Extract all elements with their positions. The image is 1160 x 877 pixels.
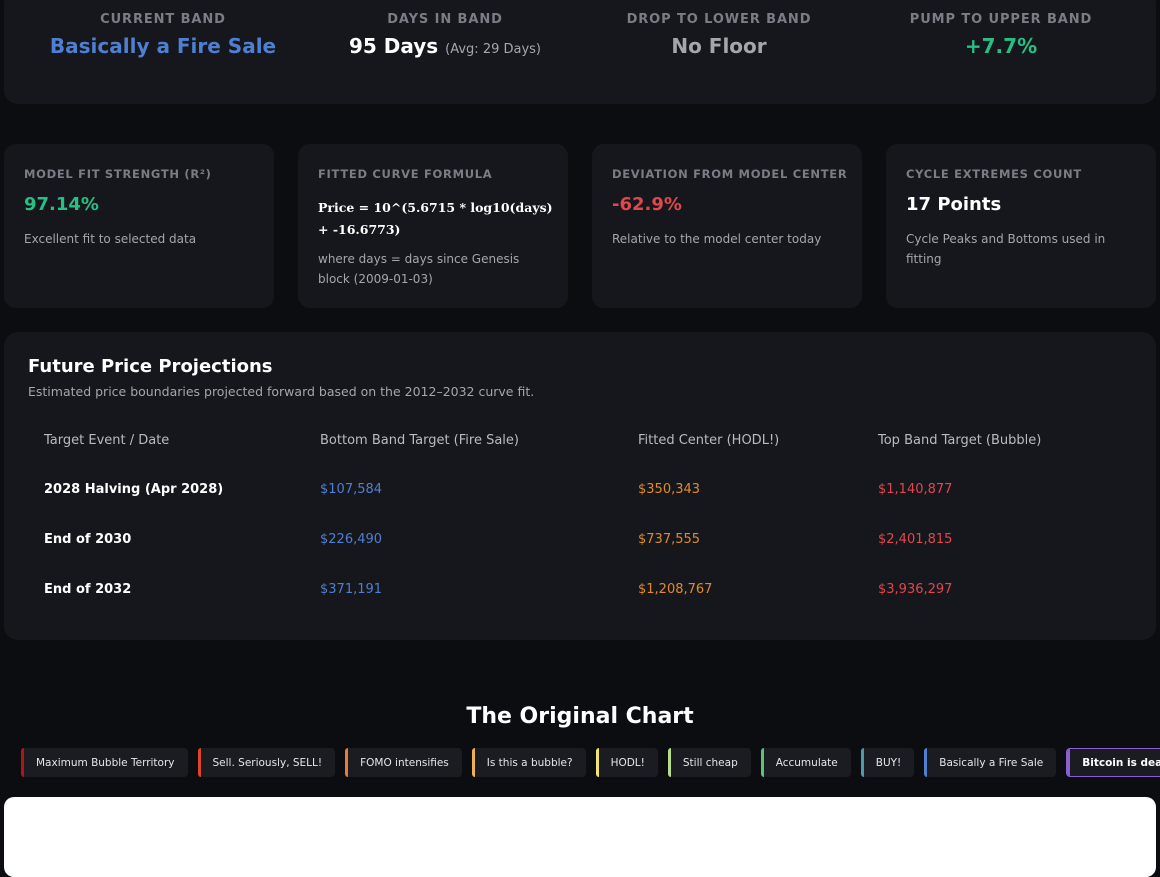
drop-lower-label: DROP TO LOWER BAND (626, 12, 812, 27)
legend-swatch (667, 748, 671, 777)
row-center: $737,555 (638, 532, 701, 547)
legend-item-buy[interactable]: BUY! (860, 748, 915, 777)
legend-swatch (345, 748, 349, 777)
legend-swatch (760, 748, 764, 777)
legend-label: Bitcoin is dead (1082, 756, 1160, 769)
extremes-value: 17 Points (906, 194, 1002, 215)
legend-label: Basically a Fire Sale (939, 756, 1044, 769)
legend-item-accumulate[interactable]: Accumulate (760, 748, 851, 777)
legend-item-hodl[interactable]: HODL! (595, 748, 658, 777)
legend-item-bubble-question[interactable]: Is this a bubble? (471, 748, 586, 777)
legend-swatch (197, 748, 201, 777)
legend-item-bitcoin-dead[interactable]: Bitcoin is dead (1066, 748, 1160, 777)
days-average: (Avg: 29 Days) (445, 42, 542, 57)
legend-item-fomo[interactable]: FOMO intensifies (345, 748, 462, 777)
current-band-label: CURRENT BAND (100, 12, 226, 27)
legend-swatch (595, 748, 599, 777)
legend-label: BUY! (875, 756, 902, 769)
legend-label: Still cheap (682, 756, 738, 769)
formula-card: FITTED CURVE FORMULA Price = 10^(5.6715 … (298, 144, 568, 308)
formula-value: Price = 10^(5.6715 * log10(days) + -16.6… (318, 200, 553, 237)
header-center: Fitted Center (HODL!) (638, 433, 780, 448)
legend-label: FOMO intensifies (360, 756, 449, 769)
row-event: End of 2030 (44, 532, 132, 547)
legend-swatch (860, 748, 864, 777)
projections-title: Future Price Projections (28, 356, 273, 377)
legend-swatch (21, 748, 24, 777)
legend-swatch (924, 748, 928, 777)
projections-card: Future Price Projections Estimated price… (4, 332, 1156, 640)
model-fit-desc: Excellent fit to selected data (24, 232, 197, 246)
deviation-value: -62.9% (612, 194, 682, 215)
legend-item-sell[interactable]: Sell. Seriously, SELL! (197, 748, 336, 777)
projections-subtitle: Estimated price boundaries projected for… (28, 384, 535, 399)
days-count: 95 Days (348, 34, 439, 58)
legend-label: Accumulate (775, 756, 838, 769)
model-fit-card: MODEL FIT STRENGTH (R²) 97.14% Excellent… (4, 144, 274, 308)
model-fit-value: 97.14% (24, 194, 99, 215)
legend-swatch (1067, 749, 1071, 776)
row-event: End of 2032 (44, 582, 132, 597)
extremes-desc: Cycle Peaks and Bottoms used in fitting (906, 232, 1106, 266)
deviation-desc: Relative to the model center today (612, 232, 822, 246)
deviation-card: DEVIATION FROM MODEL CENTER -62.9% Relat… (592, 144, 862, 308)
header-bottom: Bottom Band Target (Fire Sale) (320, 433, 519, 448)
band-legend: Maximum Bubble Territory Sell. Seriously… (21, 748, 1160, 777)
row-bottom: $371,191 (320, 582, 383, 597)
legend-swatch (471, 748, 475, 777)
row-top: $3,936,297 (878, 582, 953, 597)
legend-item-fire-sale[interactable]: Basically a Fire Sale (924, 748, 1057, 777)
row-top: $1,140,877 (878, 482, 953, 497)
formula-label: FITTED CURVE FORMULA (318, 167, 493, 181)
deviation-label: DEVIATION FROM MODEL CENTER (612, 167, 848, 181)
days-in-band-value: 95 Days (Avg: 29 Days) (301, 34, 589, 58)
row-bottom: $107,584 (320, 482, 383, 497)
legend-item-maximum-bubble[interactable]: Maximum Bubble Territory (21, 748, 188, 777)
row-bottom: $226,490 (320, 532, 383, 547)
header-event: Target Event / Date (44, 433, 170, 448)
row-top: $2,401,815 (878, 532, 953, 547)
header-top: Top Band Target (Bubble) (878, 433, 1042, 448)
legend-label: Sell. Seriously, SELL! (212, 756, 323, 769)
legend-label: Is this a bubble? (486, 756, 573, 769)
legend-label: HODL! (610, 756, 645, 769)
row-event: 2028 Halving (Apr 2028) (44, 482, 224, 497)
model-fit-label: MODEL FIT STRENGTH (R²) (24, 167, 212, 181)
original-chart-canvas[interactable] (4, 797, 1156, 877)
original-chart-title: The Original Chart (466, 704, 694, 729)
legend-item-still-cheap[interactable]: Still cheap (667, 748, 751, 777)
band-status-card: CURRENT BAND Basically a Fire Sale DAYS … (4, 0, 1156, 104)
days-in-band-label: DAYS IN BAND (387, 12, 503, 27)
extremes-card: CYCLE EXTREMES COUNT 17 Points Cycle Pea… (886, 144, 1156, 308)
row-center: $350,343 (638, 482, 701, 497)
current-band-value: Basically a Fire Sale (49, 34, 277, 58)
pump-upper-label: PUMP TO UPPER BAND (909, 12, 1093, 27)
pump-upper-value: +7.7% (964, 34, 1038, 58)
formula-desc: where days = days since Genesis block (2… (318, 252, 520, 286)
drop-lower-value: No Floor (671, 34, 767, 58)
row-center: $1,208,767 (638, 582, 713, 597)
legend-label: Maximum Bubble Territory (36, 756, 175, 769)
extremes-label: CYCLE EXTREMES COUNT (906, 167, 1082, 181)
